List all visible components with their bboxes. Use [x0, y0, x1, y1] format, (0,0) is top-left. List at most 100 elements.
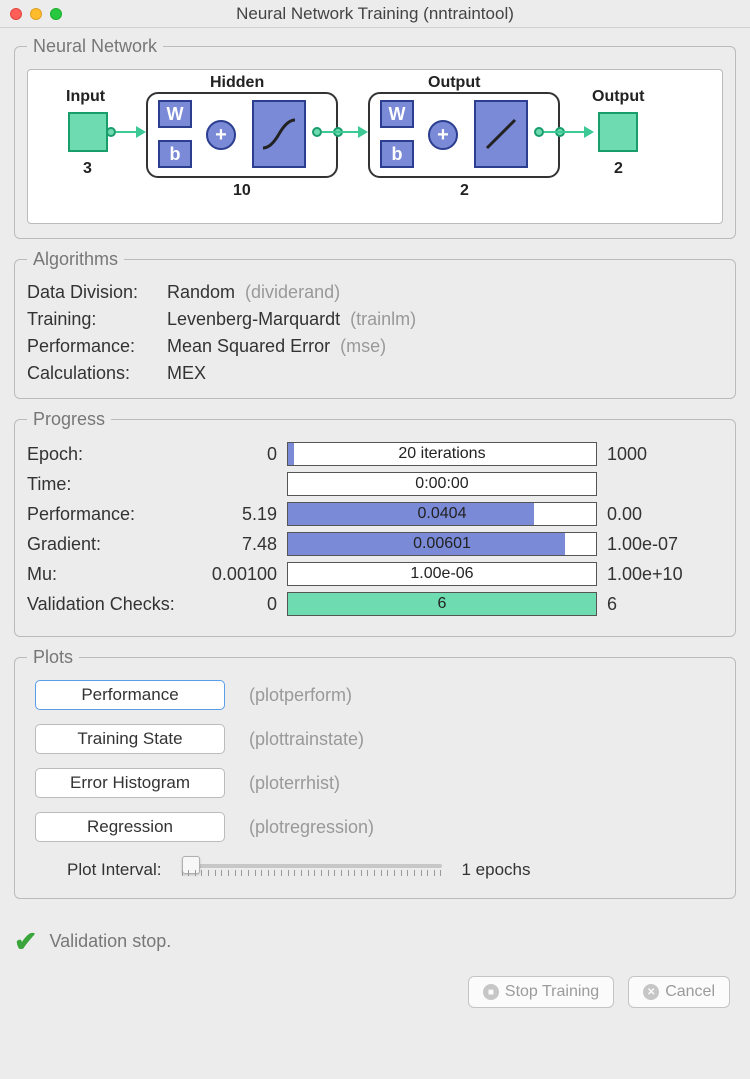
- algorithms-panel: Algorithms Data Division:Random(dividera…: [14, 249, 736, 399]
- algo-value: MEX: [167, 363, 723, 384]
- progress-label: Epoch:: [27, 444, 207, 465]
- output-b-block: b: [380, 140, 414, 168]
- cancel-icon: ✕: [643, 984, 659, 1000]
- hidden-out-node: [312, 127, 322, 137]
- plot-interval-label: Plot Interval:: [67, 860, 162, 880]
- progress-start: 7.48: [207, 534, 287, 555]
- output-layer-size: 2: [460, 182, 469, 200]
- plot-button-regression[interactable]: Regression: [35, 812, 225, 842]
- tansig-icon: [259, 114, 299, 154]
- plot-fn: (plottrainstate): [249, 729, 364, 750]
- progress-end: 1000: [597, 444, 697, 465]
- plot-button-training-state[interactable]: Training State: [35, 724, 225, 754]
- input-block: [68, 112, 108, 152]
- plot-fn: (plotperform): [249, 685, 352, 706]
- plots-legend: Plots: [27, 647, 79, 668]
- algo-value: Mean Squared Error(mse): [167, 336, 723, 357]
- progress-bar: 0.00601: [287, 532, 597, 556]
- hidden-b-block: b: [158, 140, 192, 168]
- output-node: [534, 127, 544, 137]
- plot-fn: (ploterrhist): [249, 773, 340, 794]
- progress-row: Time: 0:00:00: [27, 472, 723, 496]
- progress-value: 0.00601: [288, 533, 596, 555]
- hidden-activation: [252, 100, 306, 168]
- progress-label: Validation Checks:: [27, 594, 207, 615]
- progress-start: 0: [207, 444, 287, 465]
- progress-value: 6: [288, 593, 596, 615]
- progress-start: 5.19: [207, 504, 287, 525]
- progress-start: 0: [207, 594, 287, 615]
- purelin-icon: [481, 114, 521, 154]
- input-node: [106, 127, 116, 137]
- network-diagram: Input 3 Hidden W b + 10 Output W b + 2: [27, 69, 723, 224]
- algo-value: Levenberg-Marquardt(trainlm): [167, 309, 723, 330]
- plot-button-performance[interactable]: Performance: [35, 680, 225, 710]
- progress-bar: 6: [287, 592, 597, 616]
- arrow: [544, 131, 586, 133]
- algo-label: Calculations:: [27, 363, 167, 384]
- progress-legend: Progress: [27, 409, 111, 430]
- stop-icon: ■: [483, 984, 499, 1000]
- progress-panel: Progress Epoch:020 iterations1000Time:0:…: [14, 409, 736, 637]
- arrow-head: [584, 126, 594, 138]
- cancel-button[interactable]: ✕ Cancel: [628, 976, 730, 1008]
- plot-interval-slider[interactable]: [182, 856, 442, 884]
- progress-bar: 0.0404: [287, 502, 597, 526]
- algo-label: Performance:: [27, 336, 167, 357]
- progress-end: 1.00e-07: [597, 534, 697, 555]
- progress-bar: 1.00e-06: [287, 562, 597, 586]
- output-label: Output: [592, 88, 644, 106]
- progress-label: Mu:: [27, 564, 207, 585]
- progress-bar: 20 iterations: [287, 442, 597, 466]
- window-title: Neural Network Training (nntraintool): [0, 4, 750, 24]
- status-row: ✔ Validation stop.: [0, 917, 750, 976]
- progress-value: 0.0404: [288, 503, 596, 525]
- plot-fn: (plotregression): [249, 817, 374, 838]
- progress-label: Performance:: [27, 504, 207, 525]
- progress-value: 20 iterations: [288, 443, 596, 465]
- plot-button-error-histogram[interactable]: Error Histogram: [35, 768, 225, 798]
- arrow-head: [136, 126, 146, 138]
- hidden-label: Hidden: [210, 74, 264, 92]
- progress-end: 1.00e+10: [597, 564, 697, 585]
- output-layer-label: Output: [428, 74, 480, 92]
- progress-bar: 0:00:00: [287, 472, 597, 496]
- arrow: [116, 131, 138, 133]
- progress-row: Validation Checks:066: [27, 592, 723, 616]
- output-w-block: W: [380, 100, 414, 128]
- progress-row: Performance:5.190.04040.00: [27, 502, 723, 526]
- progress-end: 6: [597, 594, 697, 615]
- algorithms-legend: Algorithms: [27, 249, 124, 270]
- stop-label: Stop Training: [505, 983, 599, 1001]
- output-sum: +: [428, 120, 458, 150]
- hidden-w-block: W: [158, 100, 192, 128]
- arrow-head: [358, 126, 368, 138]
- hidden-sum: +: [206, 120, 236, 150]
- output-block: [598, 112, 638, 152]
- neural-network-legend: Neural Network: [27, 36, 163, 57]
- arrow: [322, 131, 360, 133]
- progress-label: Gradient:: [27, 534, 207, 555]
- hidden-size: 10: [233, 182, 251, 200]
- output-size: 2: [614, 160, 623, 178]
- cancel-label: Cancel: [665, 983, 715, 1001]
- stop-training-button[interactable]: ■ Stop Training: [468, 976, 614, 1008]
- plot-interval-value: 1 epochs: [462, 860, 531, 880]
- progress-start: 0.00100: [207, 564, 287, 585]
- progress-row: Epoch:020 iterations1000: [27, 442, 723, 466]
- algo-value: Random(dividerand): [167, 282, 723, 303]
- check-icon: ✔: [14, 925, 37, 958]
- progress-label: Time:: [27, 474, 207, 495]
- input-size: 3: [83, 160, 92, 178]
- progress-value: 1.00e-06: [288, 563, 596, 585]
- input-label: Input: [66, 88, 105, 106]
- algo-label: Data Division:: [27, 282, 167, 303]
- progress-value: 0:00:00: [288, 473, 596, 495]
- plots-panel: Plots Performance (plotperform) Training S…: [14, 647, 736, 899]
- status-text: Validation stop.: [49, 931, 171, 952]
- progress-row: Mu:0.001001.00e-061.00e+10: [27, 562, 723, 586]
- progress-end: 0.00: [597, 504, 697, 525]
- algo-label: Training:: [27, 309, 167, 330]
- output-activation: [474, 100, 528, 168]
- titlebar: Neural Network Training (nntraintool): [0, 0, 750, 28]
